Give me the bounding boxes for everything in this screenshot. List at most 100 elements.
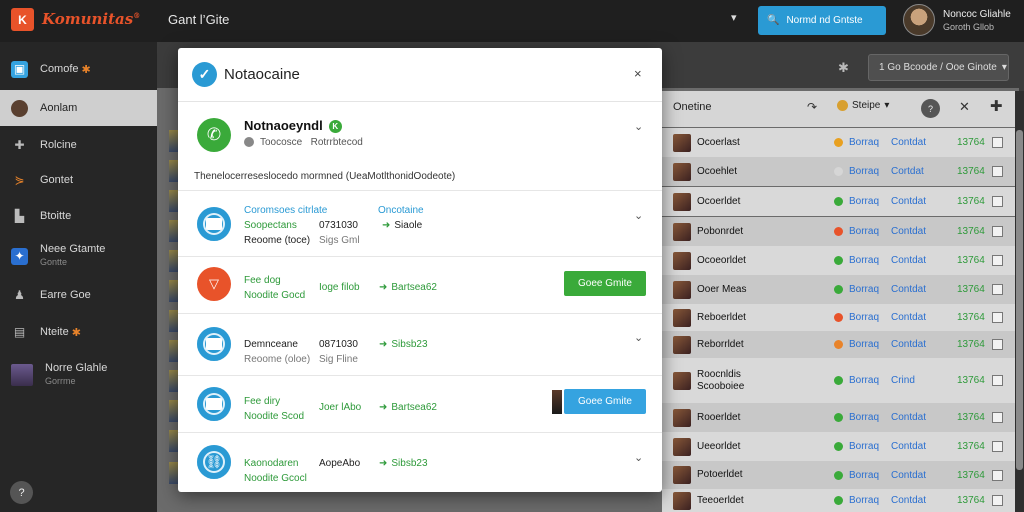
table-row[interactable]: Ooer Meas Borraq Contdat 13764 [662,275,1015,304]
row-checkbox[interactable] [992,137,1003,148]
row-name[interactable]: Reboerldet [697,312,746,324]
user-name[interactable]: Noncoc Gliahle Goroth Gllob [943,8,1011,34]
row-checkbox[interactable] [992,284,1003,295]
table-row[interactable]: Ocoerldet Borraq Contdat 13764 [662,187,1015,216]
row-checkbox[interactable] [992,495,1003,506]
close-icon[interactable]: × [634,66,642,81]
help-icon[interactable]: ? [921,99,940,118]
row-checkbox[interactable] [992,339,1003,350]
table-row[interactable]: Rooerldet Borraq Contdat 13764 [662,403,1015,432]
help-icon[interactable]: ? [10,481,33,504]
item-status: ➜ Sibsb23 [379,458,428,469]
row-name[interactable]: Ocoehlet [697,166,737,178]
row-checkbox[interactable] [992,412,1003,423]
table-row[interactable]: Ueeorldet Borraq Contdat 13764 [662,432,1015,461]
sidebar-item-comofe[interactable]: ▣ Comofe ✱ [0,51,157,87]
row-checkbox[interactable] [992,375,1003,386]
row-name[interactable]: Pobonrdet [697,226,743,238]
sidebar-item-aonlam[interactable]: Aonlam [0,90,157,126]
row-name[interactable]: Ocoerldet [697,196,740,208]
row-status[interactable]: Borraq [849,375,879,386]
chevron-down-icon[interactable]: ▾ [731,11,737,24]
row-type[interactable]: Contdat [891,255,926,266]
app-logo-icon[interactable]: K [11,8,34,31]
expand-chevron-icon[interactable]: ⌄ [634,331,643,344]
row-name[interactable]: Rooerldet [697,412,740,424]
expand-chevron-icon[interactable]: ⌄ [634,120,643,133]
row-type[interactable]: Contdat [891,495,926,506]
table-row[interactable]: Ocoehlet Borraq Cortdat 13764 [662,157,1015,186]
column-header-status[interactable]: Steipe ▾ [837,100,889,111]
row-type[interactable]: Contdat [891,284,926,295]
row-status[interactable]: Borraq [849,166,879,177]
sort-icon[interactable]: ↷ [807,100,817,114]
sidebar-item-norre-glahle[interactable]: Norre Glahle Gorrme [0,357,157,393]
close-icon[interactable]: ✕ [959,99,970,115]
item-action-button[interactable]: Goee Gmite [564,389,646,414]
row-status[interactable]: Borraq [849,441,879,452]
row-type[interactable]: Contdat [891,470,926,481]
add-icon[interactable]: ✚ [990,97,1003,115]
scrollbar-thumb[interactable] [1016,130,1023,470]
row-status[interactable]: Borraq [849,226,879,237]
top-action-button[interactable]: 🔍 Normd nd Gntste [758,6,886,35]
table-row[interactable]: Pobonrdet Borraq Contdat 13764 [662,217,1015,246]
sidebar-item-nteite[interactable]: ▤ Nteite ✱ [0,314,157,350]
sidebar-item-gontet[interactable]: ⋟ Gontet [0,162,157,198]
row-status[interactable]: Borraq [849,470,879,481]
row-name[interactable]: Ocoeorldet [697,255,746,267]
row-type[interactable]: Cortdat [891,166,924,177]
row-type[interactable]: Crind [891,375,915,386]
row-status[interactable]: Borraq [849,339,879,350]
row-name[interactable]: Roocnldis Scooboiee [697,369,744,393]
row-name[interactable]: Potoerldet [697,469,743,481]
row-checkbox[interactable] [992,196,1003,207]
table-row[interactable]: Potoerldet Borraq Contdat 13764 [662,461,1015,489]
filter-select[interactable]: 1 Go Bcoode / Ooe Ginote ▾ [868,54,1009,81]
row-type[interactable]: Contdat [891,137,926,148]
item-action-button[interactable]: Goee Gmite [564,271,646,296]
sidebar-item-earre-goe[interactable]: ♟ Earre Goe [0,277,157,313]
item-status: Oncotaine ➜ Siaole [378,205,424,231]
row-type[interactable]: Contdat [891,226,926,237]
row-status[interactable]: Borraq [849,412,879,423]
status-dot-icon [834,376,843,385]
row-checkbox[interactable] [992,226,1003,237]
row-type[interactable]: Contdat [891,339,926,350]
row-type[interactable]: Contdat [891,312,926,323]
row-checkbox[interactable] [992,312,1003,323]
sidebar-item-rolcine[interactable]: ✚ Rolcine [0,127,157,163]
row-checkbox[interactable] [992,255,1003,266]
row-status[interactable]: Borraq [849,255,879,266]
table-row[interactable]: Roocnldis Scooboiee Borraq Crind 13764 [662,358,1015,403]
table-row[interactable]: Ocoerlast Borraq Contdat 13764 [662,128,1015,157]
row-status[interactable]: Borraq [849,312,879,323]
row-status[interactable]: Borraq [849,137,879,148]
row-checkbox[interactable] [992,441,1003,452]
column-header-name[interactable]: Onetine [673,101,712,113]
sidebar-item-neee-gtamte[interactable]: ✦ Neee Gtamte Gontte [0,238,157,274]
row-name[interactable]: Teeoerldet [697,495,744,507]
brand-name[interactable]: Komunitas® [42,10,140,28]
row-status[interactable]: Borraq [849,196,879,207]
row-name[interactable]: Ueeorldet [697,441,740,453]
row-status[interactable]: Borraq [849,495,879,506]
filter-icon[interactable]: ✱ [838,60,849,76]
row-type[interactable]: Contdat [891,412,926,423]
table-row[interactable]: Reboerldet Borraq Contdat 13764 [662,304,1015,331]
row-name[interactable]: Ooer Meas [697,284,746,296]
user-avatar[interactable] [903,4,935,36]
expand-chevron-icon[interactable]: ⌄ [634,451,643,464]
row-status[interactable]: Borraq [849,284,879,295]
table-row[interactable]: Ocoeorldet Borraq Contdat 13764 [662,246,1015,275]
expand-chevron-icon[interactable]: ⌄ [634,209,643,222]
row-name[interactable]: Ocoerlast [697,137,740,149]
row-checkbox[interactable] [992,469,1003,481]
row-name[interactable]: Reborrldet [697,339,744,351]
sidebar-item-btoitte[interactable]: ▙ Btoitte [0,198,157,234]
table-row[interactable]: Teeoerldet Borraq Contdat 13764 [662,489,1015,512]
row-type[interactable]: Contdat [891,196,926,207]
row-checkbox[interactable] [992,166,1003,177]
table-row[interactable]: Reborrldet Borraq Contdat 13764 [662,331,1015,358]
row-type[interactable]: Contdat [891,441,926,452]
